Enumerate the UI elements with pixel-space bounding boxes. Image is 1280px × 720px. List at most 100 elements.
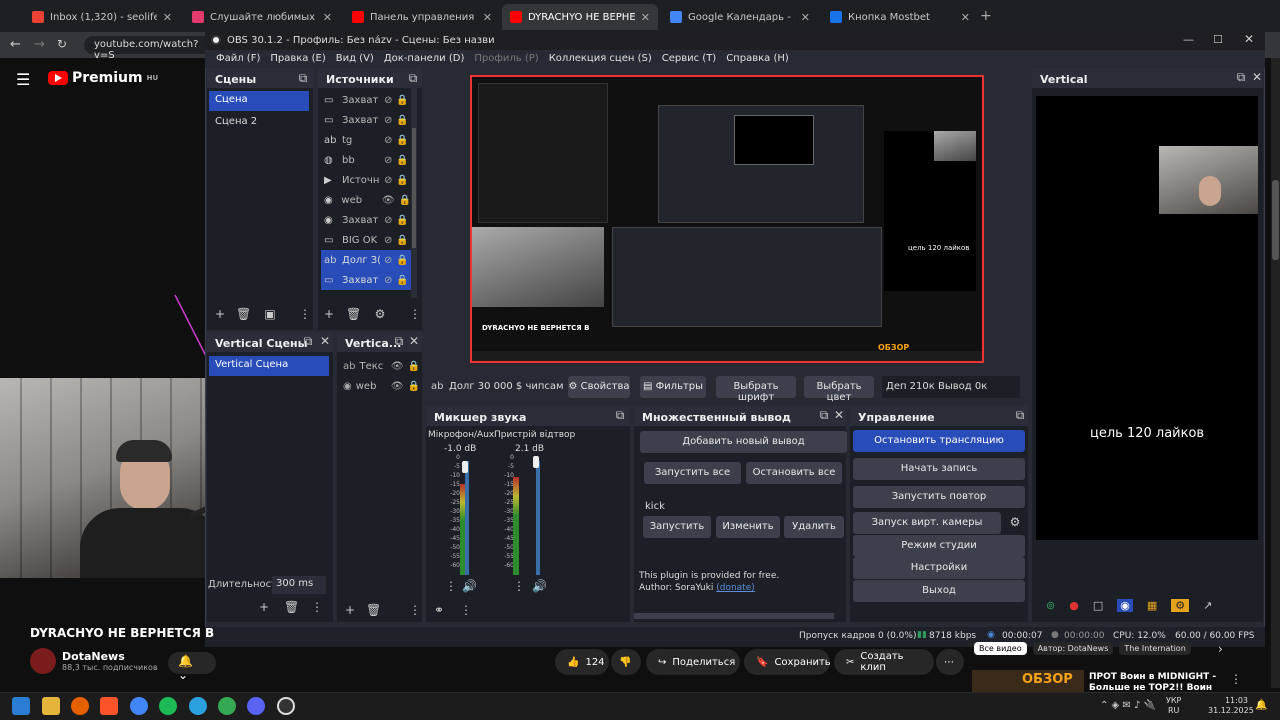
visibility-icon[interactable]: 👁 xyxy=(382,195,395,206)
menu-item[interactable]: Справка (H) xyxy=(721,50,794,68)
add-vsource-icon[interactable]: + xyxy=(343,603,357,617)
lock-icon[interactable]: 🔒 xyxy=(396,255,408,266)
eye-icon[interactable]: 👁 xyxy=(391,381,404,392)
vertical-record-icon[interactable]: ● xyxy=(1069,599,1079,612)
forward-icon[interactable]: → xyxy=(34,37,45,52)
vertical-replay-icon[interactable]: ◉ xyxy=(1117,598,1133,612)
tab-close-icon[interactable]: ✕ xyxy=(801,11,810,24)
visibility-icon[interactable]: ⊘ xyxy=(384,135,392,146)
scene-more-icon[interactable]: ⋮ xyxy=(298,307,312,321)
vertical-scene-item[interactable]: Vertical Сцена xyxy=(209,356,329,376)
undock-icon[interactable]: ⧉ xyxy=(296,71,310,86)
notification-bell-button[interactable]: 🔔 ⌄ xyxy=(168,652,216,682)
firefox-icon[interactable] xyxy=(71,697,89,715)
discord-icon[interactable] xyxy=(247,697,265,715)
undock-icon[interactable]: ⧉ xyxy=(1234,70,1248,85)
select-color-button[interactable]: Выбрать цвет xyxy=(804,376,874,403)
file-explorer-icon[interactable] xyxy=(42,697,60,715)
vscene-more-icon[interactable]: ⋮ xyxy=(310,600,324,614)
page-scroll-thumb[interactable] xyxy=(1272,180,1279,260)
vertical-square-icon[interactable]: □ xyxy=(1093,599,1103,612)
save-button[interactable]: 🔖 Сохранить xyxy=(744,649,831,675)
vsource-text[interactable]: ab Текс 👁 🔒 xyxy=(340,356,420,376)
menu-item[interactable]: Вид (V) xyxy=(331,50,379,68)
vcam-settings-gear-icon[interactable]: ⚙ xyxy=(1008,515,1022,529)
undock-icon[interactable]: ⧉ xyxy=(392,334,406,349)
tray-icons[interactable]: ⌃ ◈ ✉ ♪ 🔌 xyxy=(1100,700,1156,711)
share-button[interactable]: ↪ Поделиться xyxy=(646,649,740,675)
add-vscene-icon[interactable]: + xyxy=(257,600,271,614)
browser-tab[interactable]: Кнопка Mostbet ✕ xyxy=(822,4,978,30)
lock-icon[interactable]: 🔒 xyxy=(396,135,408,146)
lock-icon[interactable]: 🔒 xyxy=(396,115,408,126)
desktop-volume-handle[interactable] xyxy=(533,456,539,468)
new-tab-button[interactable]: + xyxy=(980,8,992,24)
start-output-button[interactable]: Запустить xyxy=(643,516,711,538)
url-field[interactable]: youtube.com/watch?v=S xyxy=(84,36,214,61)
tab-close-icon[interactable]: ✕ xyxy=(641,11,650,24)
source-item[interactable]: ▭ Захват ⊘ 🔒 xyxy=(321,270,411,290)
source-item[interactable]: ▭ Захват ⊘ 🔒 xyxy=(321,110,411,130)
lock-icon[interactable]: 🔒 xyxy=(396,275,408,286)
close-panel-icon[interactable]: ✕ xyxy=(407,334,421,348)
tab-close-icon[interactable]: ✕ xyxy=(323,11,332,24)
remove-source-icon[interactable]: 🗑 xyxy=(346,307,361,321)
visibility-icon[interactable]: ⊘ xyxy=(384,275,392,286)
desktop-more-icon[interactable]: ⋮ xyxy=(512,579,526,593)
donate-link[interactable]: (donate) xyxy=(716,583,755,593)
start-all-button[interactable]: Запустить все xyxy=(644,462,741,484)
close-panel-icon[interactable]: ✕ xyxy=(832,408,846,422)
vertical-link-icon[interactable]: ↗ xyxy=(1203,599,1212,612)
close-panel-icon[interactable]: ✕ xyxy=(1250,70,1264,84)
source-item[interactable]: ◉ Захват ⊘ 🔒 xyxy=(321,210,411,230)
select-font-button[interactable]: Выбрать шрифт xyxy=(716,376,796,403)
visibility-icon[interactable]: ⊘ xyxy=(384,215,392,226)
youtube-logo[interactable]: Premium HU xyxy=(48,70,158,86)
settings-button[interactable]: Настройки xyxy=(853,557,1025,579)
minimize-icon[interactable]: — xyxy=(1183,33,1194,46)
source-item[interactable]: ◍ bb ⊘ 🔒 xyxy=(321,150,411,170)
start-replay-button[interactable]: Запустить повтор xyxy=(853,486,1025,508)
obs-taskbar-icon[interactable] xyxy=(277,697,295,715)
dislike-button[interactable]: 👎 xyxy=(611,649,641,675)
start-virtual-camera-button[interactable]: Запуск вирт. камеры xyxy=(853,512,1001,534)
source-item[interactable]: ▶ Источн ⊘ 🔒 xyxy=(321,170,411,190)
eye-icon[interactable]: 👁 xyxy=(391,361,404,372)
undock-icon[interactable]: ⧉ xyxy=(817,408,831,423)
visibility-icon[interactable]: ⊘ xyxy=(384,155,392,166)
add-output-button[interactable]: Добавить новый вывод xyxy=(640,431,847,453)
mixer-advanced-icon[interactable]: ⚭ xyxy=(432,603,446,617)
exit-button[interactable]: Выход xyxy=(853,580,1025,602)
delete-output-button[interactable]: Удалить xyxy=(784,516,844,538)
desktop-speaker-icon[interactable]: 🔊 xyxy=(532,579,547,593)
studio-mode-button[interactable]: Режим студии xyxy=(853,535,1025,557)
program-preview[interactable]: цель 120 лайков DYRACHYO НЕ ВЕРНЕТСЯ В О… xyxy=(470,75,984,363)
related-more-icon[interactable]: ⋮ xyxy=(1230,672,1242,686)
properties-button[interactable]: ⚙ Свойства xyxy=(568,376,630,398)
channel-name[interactable]: DotaNews xyxy=(62,650,158,663)
start-recording-button[interactable]: Начать запись xyxy=(853,458,1025,480)
chip-internation[interactable]: The Internation xyxy=(1119,642,1191,655)
more-actions-button[interactable]: ⋯ xyxy=(936,649,964,675)
lock-icon[interactable]: 🔒 xyxy=(396,235,408,246)
back-icon[interactable]: ← xyxy=(10,37,21,52)
lock-icon[interactable]: 🔒 xyxy=(399,195,411,206)
lock-icon[interactable]: 🔒 xyxy=(408,361,420,372)
mic-volume-slider[interactable] xyxy=(465,461,469,575)
menu-item[interactable]: Профиль (P) xyxy=(469,50,543,68)
chip-all[interactable]: Все видео xyxy=(974,642,1027,655)
text-input-field[interactable]: Деп 210к Вывод 0к xyxy=(882,376,1020,398)
reload-icon[interactable]: ↻ xyxy=(57,37,67,51)
close-panel-icon[interactable]: ✕ xyxy=(318,334,332,348)
mic-volume-handle[interactable] xyxy=(462,461,468,473)
undock-icon[interactable]: ⧉ xyxy=(406,71,420,86)
related-thumbnail[interactable]: ОБЗОР xyxy=(972,670,1084,692)
related-video-title[interactable]: ПРОТ Воин в MIDNIGHT - Больше не ТОР2!! … xyxy=(1089,672,1219,692)
add-source-icon[interactable]: + xyxy=(322,307,336,321)
mixer-more-icon[interactable]: ⋮ xyxy=(459,603,473,617)
source-item[interactable]: ◉ web 👁 🔒 xyxy=(321,190,411,210)
sources-scroll-thumb[interactable] xyxy=(412,128,416,248)
like-button[interactable]: 👍 124 xyxy=(555,649,609,675)
visibility-icon[interactable]: ⊘ xyxy=(384,235,392,246)
visibility-icon[interactable]: ⊘ xyxy=(384,115,392,126)
